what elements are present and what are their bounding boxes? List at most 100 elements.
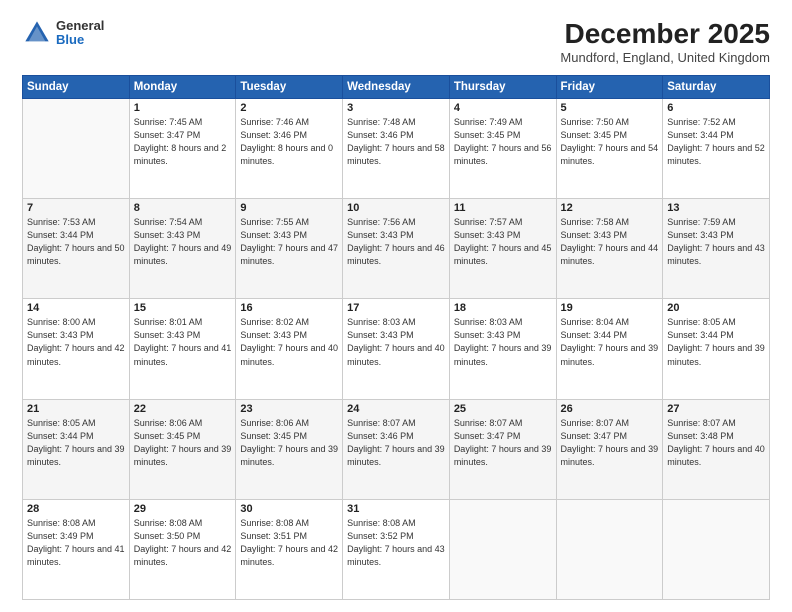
- page: General Blue December 2025 Mundford, Eng…: [0, 0, 792, 612]
- calendar-table: Sunday Monday Tuesday Wednesday Thursday…: [22, 75, 770, 600]
- table-row: 2Sunrise: 7:46 AMSunset: 3:46 PMDaylight…: [236, 99, 343, 199]
- table-row: 26 Sunrise: 8:07 AMSunset: 3:47 PMDayligh…: [556, 399, 663, 499]
- table-row: 3 Sunrise: 7:48 AMSunset: 3:46 PMDaylight…: [343, 99, 450, 199]
- day-number: 31: [347, 503, 445, 515]
- col-wednesday: Wednesday: [343, 76, 450, 99]
- table-row: 17Sunrise: 8:03 AMSunset: 3:43 PMDayligh…: [343, 299, 450, 399]
- calendar-week-row: 1 Sunrise: 7:45 AMSunset: 3:47 PMDaylight…: [23, 99, 770, 199]
- day-number: 15: [134, 302, 232, 314]
- day-info: Sunrise: 8:07 AMSunset: 3:47 PMDaylight:…: [454, 417, 552, 469]
- day-number: 10: [347, 202, 445, 214]
- table-row: 7 Sunrise: 7:53 AMSunset: 3:44 PMDaylight…: [23, 199, 130, 299]
- day-info: Sunrise: 8:07 AMSunset: 3:47 PMDaylight:…: [561, 417, 659, 469]
- table-row: 11 Sunrise: 7:57 AMSunset: 3:43 PMDayligh…: [449, 199, 556, 299]
- table-row: 25 Sunrise: 8:07 AMSunset: 3:47 PMDayligh…: [449, 399, 556, 499]
- col-saturday: Saturday: [663, 76, 770, 99]
- day-number: 4: [454, 102, 552, 114]
- table-row: [449, 499, 556, 599]
- table-row: 18Sunrise: 8:03 AMSunset: 3:43 PMDayligh…: [449, 299, 556, 399]
- table-row: 15Sunrise: 8:01 AMSunset: 3:43 PMDayligh…: [129, 299, 236, 399]
- table-row: [556, 499, 663, 599]
- day-number: 22: [134, 403, 232, 415]
- day-number: 3: [347, 102, 445, 114]
- logo-icon: [22, 18, 52, 48]
- day-info: Sunrise: 7:56 AMSunset: 3:43 PMDaylight:…: [347, 216, 445, 268]
- table-row: 1 Sunrise: 7:45 AMSunset: 3:47 PMDaylight…: [129, 99, 236, 199]
- day-info: Sunrise: 7:45 AMSunset: 3:47 PMDaylight:…: [134, 116, 232, 168]
- day-number: 23: [240, 403, 338, 415]
- day-info: Sunrise: 8:07 AMSunset: 3:46 PMDaylight:…: [347, 417, 445, 469]
- day-number: 25: [454, 403, 552, 415]
- logo-text: General Blue: [56, 19, 104, 48]
- day-info: Sunrise: 7:46 AMSunset: 3:46 PMDaylight:…: [240, 116, 338, 168]
- table-row: 12 Sunrise: 7:58 AMSunset: 3:43 PMDayligh…: [556, 199, 663, 299]
- header-row: Sunday Monday Tuesday Wednesday Thursday…: [23, 76, 770, 99]
- day-info: Sunrise: 8:08 AMSunset: 3:50 PMDaylight:…: [134, 517, 232, 569]
- day-number: 24: [347, 403, 445, 415]
- calendar-week-row: 14 Sunrise: 8:00 AMSunset: 3:43 PMDayligh…: [23, 299, 770, 399]
- day-info: Sunrise: 7:50 AMSunset: 3:45 PMDaylight:…: [561, 116, 659, 168]
- logo-blue-text: Blue: [56, 33, 104, 47]
- table-row: 22 Sunrise: 8:06 AMSunset: 3:45 PMDayligh…: [129, 399, 236, 499]
- day-number: 5: [561, 102, 659, 114]
- table-row: [23, 99, 130, 199]
- logo-general-text: General: [56, 19, 104, 33]
- day-info: Sunrise: 8:06 AMSunset: 3:45 PMDaylight:…: [240, 417, 338, 469]
- table-row: 19 Sunrise: 8:04 AMSunset: 3:44 PMDayligh…: [556, 299, 663, 399]
- day-number: 19: [561, 302, 659, 314]
- col-thursday: Thursday: [449, 76, 556, 99]
- table-row: 13 Sunrise: 7:59 AMSunset: 3:43 PMDayligh…: [663, 199, 770, 299]
- table-row: 8 Sunrise: 7:54 AMSunset: 3:43 PMDaylight…: [129, 199, 236, 299]
- day-info: Sunrise: 8:02 AMSunset: 3:43 PMDaylight:…: [240, 316, 338, 368]
- table-row: 4Sunrise: 7:49 AMSunset: 3:45 PMDaylight…: [449, 99, 556, 199]
- calendar-week-row: 28Sunrise: 8:08 AMSunset: 3:49 PMDayligh…: [23, 499, 770, 599]
- day-info: Sunrise: 7:52 AMSunset: 3:44 PMDaylight:…: [667, 116, 765, 168]
- location: Mundford, England, United Kingdom: [560, 50, 770, 65]
- table-row: 31 Sunrise: 8:08 AMSunset: 3:52 PMDayligh…: [343, 499, 450, 599]
- day-number: 11: [454, 202, 552, 214]
- table-row: 5 Sunrise: 7:50 AMSunset: 3:45 PMDaylight…: [556, 99, 663, 199]
- calendar-week-row: 21Sunrise: 8:05 AMSunset: 3:44 PMDayligh…: [23, 399, 770, 499]
- table-row: 27 Sunrise: 8:07 AMSunset: 3:48 PMDayligh…: [663, 399, 770, 499]
- day-info: Sunrise: 8:03 AMSunset: 3:43 PMDaylight:…: [347, 316, 445, 368]
- day-number: 27: [667, 403, 765, 415]
- table-row: 23 Sunrise: 8:06 AMSunset: 3:45 PMDayligh…: [236, 399, 343, 499]
- day-info: Sunrise: 7:57 AMSunset: 3:43 PMDaylight:…: [454, 216, 552, 268]
- day-info: Sunrise: 7:54 AMSunset: 3:43 PMDaylight:…: [134, 216, 232, 268]
- day-number: 28: [27, 503, 125, 515]
- day-number: 13: [667, 202, 765, 214]
- month-title: December 2025: [560, 18, 770, 50]
- header: General Blue December 2025 Mundford, Eng…: [22, 18, 770, 65]
- day-info: Sunrise: 8:04 AMSunset: 3:44 PMDaylight:…: [561, 316, 659, 368]
- col-sunday: Sunday: [23, 76, 130, 99]
- day-number: 21: [27, 403, 125, 415]
- day-number: 9: [240, 202, 338, 214]
- day-info: Sunrise: 8:05 AMSunset: 3:44 PMDaylight:…: [667, 316, 765, 368]
- table-row: 16Sunrise: 8:02 AMSunset: 3:43 PMDayligh…: [236, 299, 343, 399]
- table-row: 24 Sunrise: 8:07 AMSunset: 3:46 PMDayligh…: [343, 399, 450, 499]
- table-row: [663, 499, 770, 599]
- day-info: Sunrise: 8:08 AMSunset: 3:51 PMDaylight:…: [240, 517, 338, 569]
- day-number: 26: [561, 403, 659, 415]
- day-info: Sunrise: 7:53 AMSunset: 3:44 PMDaylight:…: [27, 216, 125, 268]
- day-info: Sunrise: 8:08 AMSunset: 3:52 PMDaylight:…: [347, 517, 445, 569]
- day-info: Sunrise: 7:48 AMSunset: 3:46 PMDaylight:…: [347, 116, 445, 168]
- day-info: Sunrise: 8:06 AMSunset: 3:45 PMDaylight:…: [134, 417, 232, 469]
- day-number: 12: [561, 202, 659, 214]
- day-number: 14: [27, 302, 125, 314]
- day-info: Sunrise: 7:59 AMSunset: 3:43 PMDaylight:…: [667, 216, 765, 268]
- day-info: Sunrise: 8:07 AMSunset: 3:48 PMDaylight:…: [667, 417, 765, 469]
- day-number: 1: [134, 102, 232, 114]
- title-block: December 2025 Mundford, England, United …: [560, 18, 770, 65]
- day-number: 29: [134, 503, 232, 515]
- table-row: 10 Sunrise: 7:56 AMSunset: 3:43 PMDayligh…: [343, 199, 450, 299]
- day-info: Sunrise: 7:58 AMSunset: 3:43 PMDaylight:…: [561, 216, 659, 268]
- day-info: Sunrise: 8:00 AMSunset: 3:43 PMDaylight:…: [27, 316, 125, 368]
- day-info: Sunrise: 7:55 AMSunset: 3:43 PMDaylight:…: [240, 216, 338, 268]
- table-row: 14 Sunrise: 8:00 AMSunset: 3:43 PMDayligh…: [23, 299, 130, 399]
- day-number: 7: [27, 202, 125, 214]
- day-info: Sunrise: 8:03 AMSunset: 3:43 PMDaylight:…: [454, 316, 552, 368]
- table-row: 9 Sunrise: 7:55 AMSunset: 3:43 PMDaylight…: [236, 199, 343, 299]
- table-row: 6Sunrise: 7:52 AMSunset: 3:44 PMDaylight…: [663, 99, 770, 199]
- day-number: 8: [134, 202, 232, 214]
